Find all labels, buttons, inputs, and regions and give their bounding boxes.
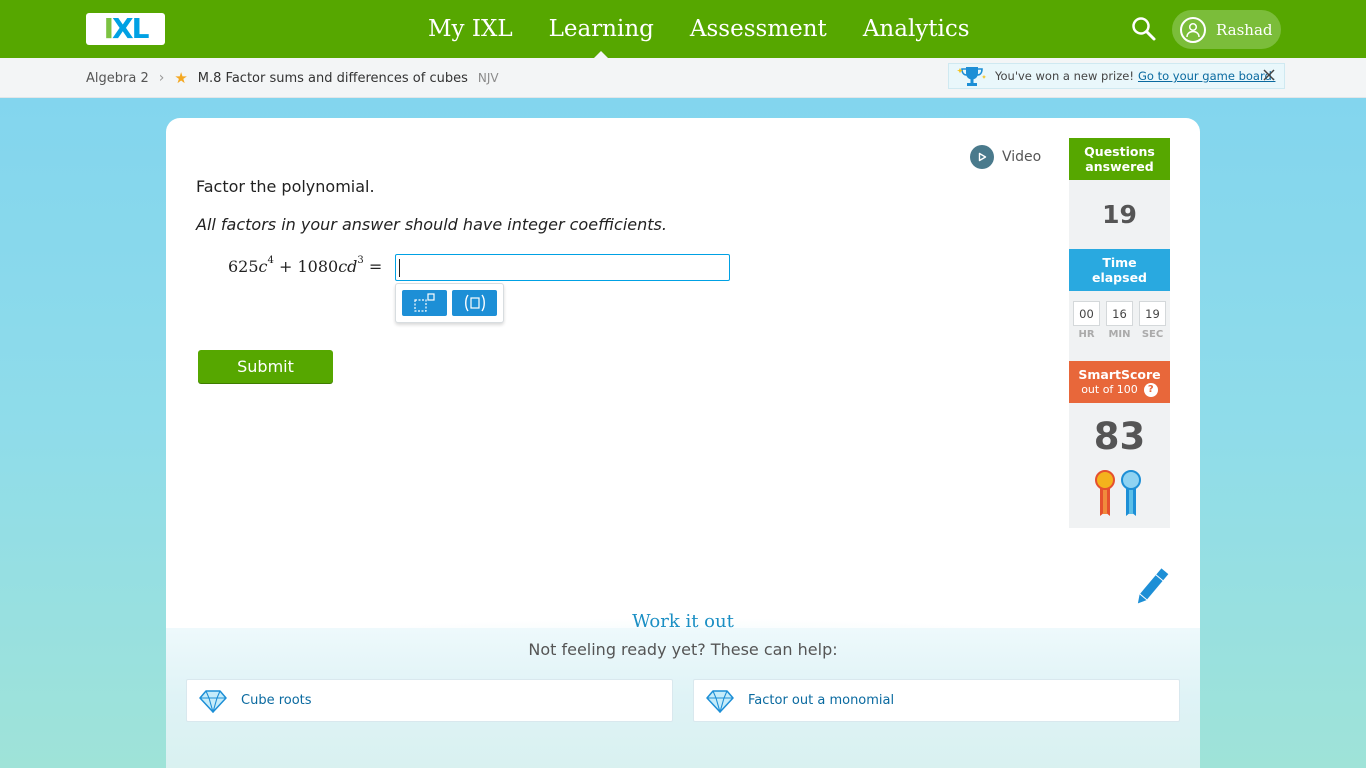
time-elapsed-header: Time elapsed	[1069, 249, 1170, 291]
breadcrumb-subject[interactable]: Algebra 2	[86, 71, 149, 86]
text-caret	[399, 259, 400, 277]
play-icon	[970, 145, 994, 169]
trophy-icon	[957, 67, 987, 86]
help-icon[interactable]: ?	[1143, 382, 1158, 397]
smartscore-sub-text: out of 100	[1081, 383, 1138, 396]
question-note: All factors in your answer should have i…	[196, 215, 667, 234]
time-hours: 00	[1073, 301, 1100, 326]
help-link-cube-roots[interactable]: Cube roots	[186, 679, 673, 722]
chevron-right-icon: ›	[158, 70, 165, 86]
smartscore-header: SmartScore out of 100 ?	[1069, 361, 1170, 403]
parentheses-icon[interactable]	[452, 290, 497, 316]
avatar-icon	[1180, 16, 1206, 43]
polynomial-expression: 625c4 + 1080cd3 =	[228, 254, 383, 276]
help-link-label: Factor out a monomial	[748, 693, 895, 708]
smartscore-sub: out of 100 ?	[1069, 382, 1170, 397]
math-toolbox	[395, 283, 504, 323]
expr-exp2: 3	[357, 254, 364, 266]
smartscore-value: 83	[1093, 415, 1146, 458]
help-link-label: Cube roots	[241, 693, 312, 708]
nav-analytics[interactable]: Analytics	[863, 0, 970, 58]
expr-equals: =	[368, 257, 383, 276]
user-menu-button[interactable]: Rashad	[1172, 10, 1281, 49]
time-seconds: 19	[1139, 301, 1166, 326]
work-it-out-subtitle: Not feeling ready yet? These can help:	[528, 640, 838, 659]
questions-answered-label-1: Questions	[1084, 144, 1155, 159]
user-name: Rashad	[1216, 20, 1273, 39]
nav-assessment[interactable]: Assessment	[690, 0, 827, 58]
expr-var1: c	[258, 257, 268, 276]
skill-code: NJV	[477, 71, 499, 85]
diamond-icon	[706, 689, 734, 713]
search-icon[interactable]	[1131, 16, 1157, 42]
game-board-link[interactable]: Go to your game board.	[1138, 69, 1275, 83]
diamond-icon	[199, 689, 227, 713]
questions-answered-label-2: answered	[1085, 159, 1154, 174]
work-it-out-title: Work it out	[632, 611, 734, 632]
time-elapsed-label-2: elapsed	[1091, 270, 1147, 285]
time-elapsed-box: 00 16 19 HR MIN SEC	[1069, 291, 1170, 361]
video-button[interactable]: Video	[970, 145, 1041, 169]
stats-sidebar: Questions answered 19 Time elapsed 00 16…	[1069, 138, 1170, 528]
help-link-factor-monomial[interactable]: Factor out a monomial	[693, 679, 1180, 722]
ixl-logo[interactable]: IXL	[86, 13, 165, 45]
nav-my-ixl[interactable]: My IXL	[428, 0, 513, 58]
pencil-icon[interactable]	[1130, 566, 1172, 608]
smartscore-box: 83	[1069, 403, 1170, 528]
breadcrumb-skill: M.8 Factor sums and differences of cubes	[197, 70, 468, 86]
exponent-icon[interactable]	[402, 290, 447, 316]
time-hours-label: HR	[1078, 329, 1095, 340]
video-label: Video	[1002, 149, 1042, 165]
expr-coef1: 625	[228, 257, 259, 276]
practice-card: Video Factor the polynomial. All factors…	[166, 118, 1200, 768]
questions-answered-header: Questions answered	[1069, 138, 1170, 180]
smartscore-label: SmartScore	[1078, 367, 1161, 382]
expr-var2: cd	[338, 257, 358, 276]
answer-input[interactable]	[395, 254, 730, 281]
star-icon[interactable]: ★	[174, 69, 187, 87]
time-seconds-label: SEC	[1141, 329, 1164, 340]
logo-text: IXL	[103, 12, 150, 45]
prize-text: You've won a new prize!	[995, 69, 1134, 83]
time-minutes-label: MIN	[1108, 329, 1131, 340]
expr-coef2: 1080	[297, 257, 339, 276]
top-nav-bar: IXL My IXL Learning Assessment Analytics…	[0, 0, 1366, 58]
questions-answered-value: 19	[1069, 180, 1170, 249]
expr-exp1: 4	[267, 254, 274, 266]
breadcrumb: Algebra 2 › ★ M.8 Factor sums and differ…	[86, 58, 499, 98]
time-minutes: 16	[1106, 301, 1133, 326]
time-elapsed-label-1: Time	[1102, 255, 1137, 270]
submit-button[interactable]: Submit	[198, 350, 333, 383]
nav-learning[interactable]: Learning	[549, 0, 654, 58]
expr-op: +	[278, 257, 293, 276]
question-prompt: Factor the polynomial.	[196, 177, 375, 196]
ribbon-awards-icon	[1095, 470, 1141, 516]
close-icon[interactable]	[1262, 68, 1276, 82]
main-nav: My IXL Learning Assessment Analytics	[428, 0, 970, 58]
prize-banner: You've won a new prize! Go to your game …	[948, 63, 1285, 89]
